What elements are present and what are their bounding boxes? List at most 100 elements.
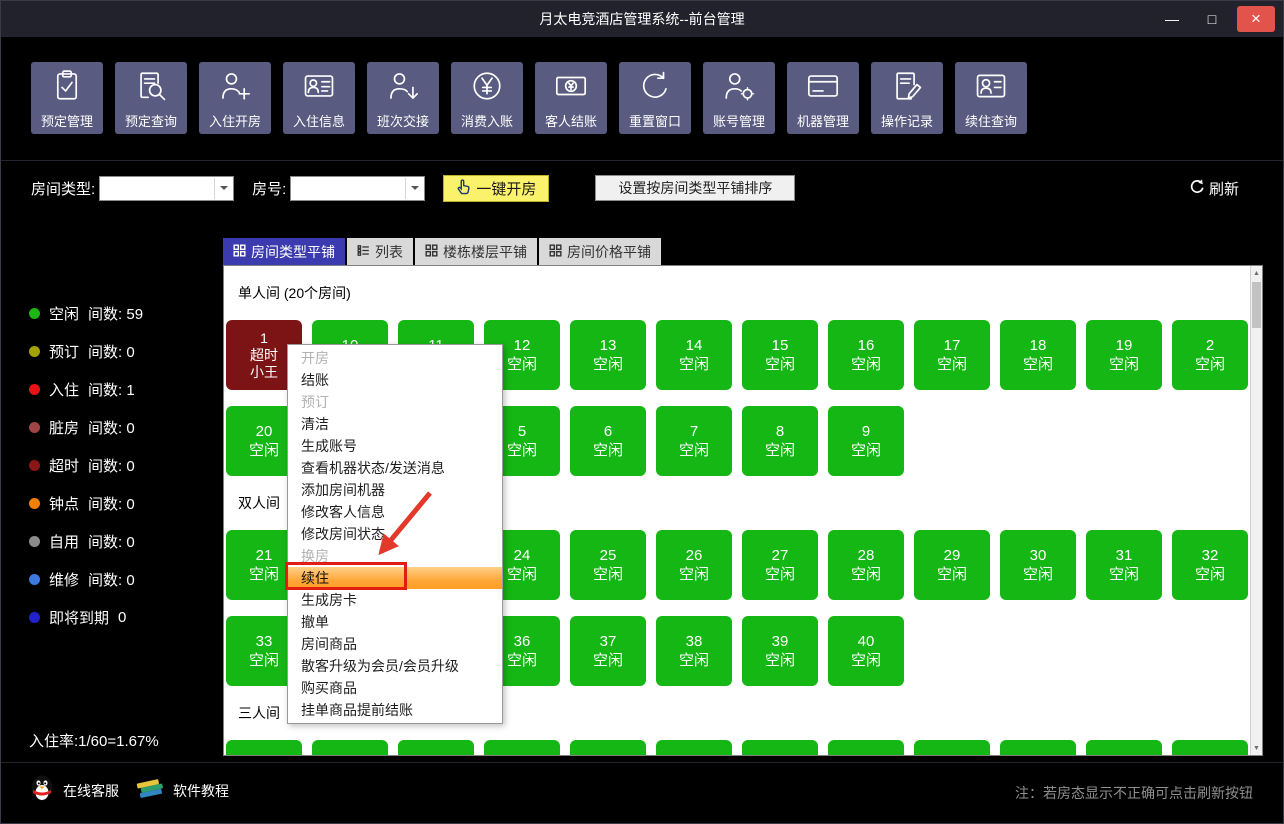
room-tile[interactable]: 32空闲 — [1172, 530, 1248, 600]
room-tile[interactable]: 28空闲 — [828, 530, 904, 600]
consumption-entry-button[interactable]: 消费入账 — [451, 62, 523, 134]
hand-pointer-icon — [456, 178, 471, 199]
room-tile[interactable]: 37空闲 — [570, 616, 646, 686]
toolbar-button-label: 预定查询 — [125, 115, 177, 128]
tab-room-price-tile[interactable]: 房间价格平铺 — [539, 238, 661, 265]
room-tile[interactable]: 25空闲 — [570, 530, 646, 600]
context-menu-item[interactable]: 添加房间机器 — [288, 479, 502, 501]
context-menu-item[interactable]: 挂单商品提前结账 — [288, 699, 502, 721]
room-tile[interactable]: 26空闲 — [656, 530, 732, 600]
context-menu-item[interactable]: 结账 — [288, 369, 502, 391]
room-tile[interactable]: 27空闲 — [742, 530, 818, 600]
room-tile[interactable] — [226, 740, 302, 755]
room-status: 空闲 — [679, 651, 709, 670]
stay-extend-query-button[interactable]: 续住查询 — [955, 62, 1027, 134]
room-tile[interactable] — [312, 740, 388, 755]
room-tile[interactable]: 19空闲 — [1086, 320, 1162, 390]
legend-label: 脏房 — [49, 417, 79, 438]
context-menu-item[interactable]: 散客升级为会员/会员升级 — [288, 655, 502, 677]
room-status: 空闲 — [593, 441, 623, 460]
room-tile[interactable] — [1000, 740, 1076, 755]
status-dot — [29, 498, 40, 509]
context-menu-item[interactable]: 修改房间状态 — [288, 523, 502, 545]
room-tile[interactable]: 29空闲 — [914, 530, 990, 600]
room-type-label: 房间类型: — [31, 178, 95, 199]
room-tile[interactable]: 6空闲 — [570, 406, 646, 476]
room-tile[interactable] — [398, 740, 474, 755]
context-menu-item[interactable]: 查看机器状态/发送消息 — [288, 457, 502, 479]
context-menu: 开房结账预订清洁生成账号查看机器状态/发送消息添加房间机器修改客人信息修改房间状… — [287, 344, 503, 724]
vertical-scrollbar[interactable]: ▲ ▼ — [1250, 266, 1262, 755]
books-icon — [135, 777, 165, 804]
sort-by-room-type-button[interactable]: 设置按房间类型平铺排序 — [595, 175, 795, 201]
context-menu-item[interactable]: 撤单 — [288, 611, 502, 633]
statusbar-left: 在线客服 软件教程 — [29, 774, 229, 807]
room-tile[interactable]: 40空闲 — [828, 616, 904, 686]
room-status: 空闲 — [507, 441, 537, 460]
online-service-link[interactable]: 在线客服 — [29, 774, 119, 807]
tab-list[interactable]: 列表 — [347, 238, 413, 265]
minimize-button[interactable]: — — [1157, 7, 1187, 31]
room-tile[interactable]: 13空闲 — [570, 320, 646, 390]
tab-label: 房间类型平铺 — [251, 242, 335, 262]
refresh-button[interactable]: 刷新 — [1190, 174, 1239, 202]
room-type-select[interactable] — [99, 176, 234, 201]
reset-window-button[interactable]: 重置窗口 — [619, 62, 691, 134]
room-tile[interactable]: 2空闲 — [1172, 320, 1248, 390]
machine-manage-button[interactable]: 机器管理 — [787, 62, 859, 134]
guest-checkout-button[interactable]: 客人结账 — [535, 62, 607, 134]
booking-query-button[interactable]: 预定查询 — [115, 62, 187, 134]
room-tile[interactable] — [1172, 740, 1248, 755]
shift-handover-button[interactable]: 班次交接 — [367, 62, 439, 134]
room-tile[interactable]: 30空闲 — [1000, 530, 1076, 600]
room-status: 空闲 — [1109, 565, 1139, 584]
room-tile[interactable]: 17空闲 — [914, 320, 990, 390]
room-tile[interactable] — [484, 740, 560, 755]
context-menu-item[interactable]: 生成账号 — [288, 435, 502, 457]
context-menu-item[interactable]: 续住 — [288, 567, 502, 589]
context-menu-item[interactable]: 修改客人信息 — [288, 501, 502, 523]
tab-room-type-tile[interactable]: 房间类型平铺 — [223, 238, 345, 265]
account-manage-button[interactable]: 账号管理 — [703, 62, 775, 134]
room-tile[interactable]: 31空闲 — [1086, 530, 1162, 600]
room-tile[interactable] — [656, 740, 732, 755]
room-tile[interactable] — [742, 740, 818, 755]
room-tile[interactable]: 18空闲 — [1000, 320, 1076, 390]
room-tile[interactable]: 38空闲 — [656, 616, 732, 686]
status-dot — [29, 460, 40, 471]
room-tile[interactable] — [570, 740, 646, 755]
room-tile[interactable]: 16空闲 — [828, 320, 904, 390]
software-tutorial-link[interactable]: 软件教程 — [135, 777, 229, 804]
room-tile[interactable]: 39空闲 — [742, 616, 818, 686]
booking-manage-button[interactable]: 预定管理 — [31, 62, 103, 134]
room-no-select[interactable] — [290, 176, 425, 201]
close-button[interactable]: × — [1237, 6, 1275, 32]
room-tile[interactable]: 15空闲 — [742, 320, 818, 390]
room-tile[interactable]: 7空闲 — [656, 406, 732, 476]
room-tile[interactable]: 14空闲 — [656, 320, 732, 390]
maximize-button[interactable]: □ — [1197, 7, 1227, 31]
room-tile[interactable]: 8空闲 — [742, 406, 818, 476]
legend-item: 入住间数: 1 — [29, 370, 221, 408]
context-menu-item: 预订 — [288, 391, 502, 413]
context-menu-item[interactable]: 清洁 — [288, 413, 502, 435]
scroll-up-icon[interactable]: ▲ — [1251, 266, 1262, 280]
scrollbar-thumb[interactable] — [1252, 282, 1261, 328]
context-menu-item[interactable]: 生成房卡 — [288, 589, 502, 611]
context-menu-item: 换房 — [288, 545, 502, 567]
context-menu-item[interactable]: 购买商品 — [288, 677, 502, 699]
titlebar: 月太电竞酒店管理系统--前台管理 — □ × — [1, 1, 1283, 37]
operation-log-button[interactable]: 操作记录 — [871, 62, 943, 134]
room-tile[interactable]: 9空闲 — [828, 406, 904, 476]
check-in-info-button[interactable]: 入住信息 — [283, 62, 355, 134]
scroll-down-icon[interactable]: ▼ — [1251, 741, 1262, 755]
room-status: 空闲 — [851, 355, 881, 374]
tab-building-floor-tile[interactable]: 楼栋楼层平铺 — [415, 238, 537, 265]
context-menu-item[interactable]: 房间商品 — [288, 633, 502, 655]
check-in-open-button[interactable]: 入住开房 — [199, 62, 271, 134]
room-tile[interactable] — [828, 740, 904, 755]
one-key-open-button[interactable]: 一键开房 — [443, 175, 549, 202]
room-tile[interactable] — [914, 740, 990, 755]
context-menu-item: 开房 — [288, 347, 502, 369]
room-tile[interactable] — [1086, 740, 1162, 755]
